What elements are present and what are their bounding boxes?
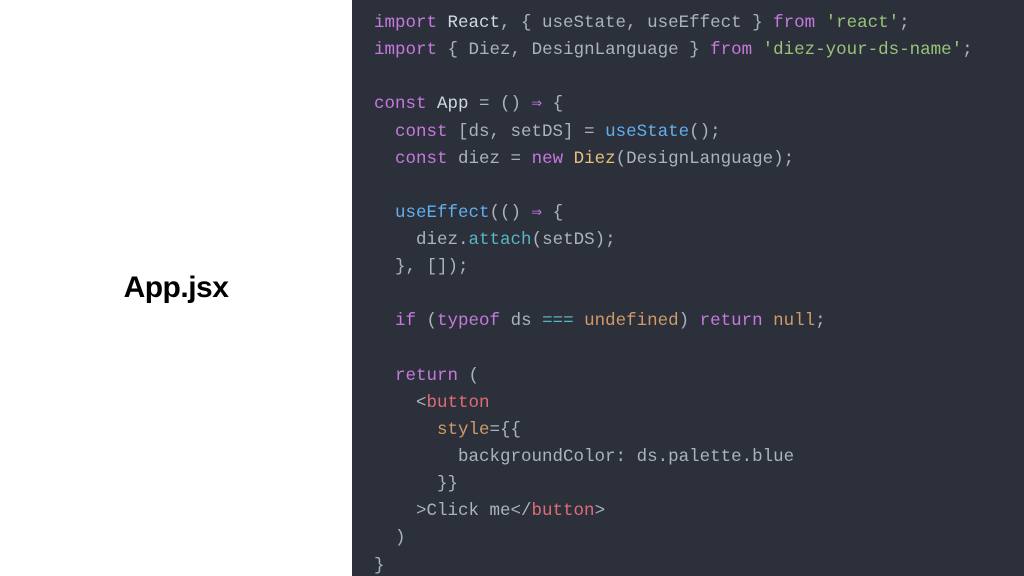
filename-label: App.jsx <box>124 271 229 305</box>
left-pane: App.jsx <box>0 0 352 576</box>
code-token: const <box>374 94 437 114</box>
code-token: . <box>742 447 753 467</box>
code-token: ( <box>532 230 543 250</box>
code-token: { <box>542 94 563 114</box>
code-token: } <box>374 556 385 576</box>
code-token: > <box>595 501 606 521</box>
code-token <box>374 203 395 223</box>
code-token: setDS <box>542 230 595 250</box>
code-token: , { <box>500 13 542 33</box>
code-token <box>374 420 437 440</box>
code-token: if <box>395 311 427 331</box>
code-token: button <box>427 393 490 413</box>
code-token: from <box>773 13 826 33</box>
code-token: , <box>511 40 532 60</box>
code-token: Click me <box>427 501 511 521</box>
code-token: diez <box>458 149 500 169</box>
code-token: }} <box>374 474 458 494</box>
code-token <box>374 67 385 87</box>
code-token: ds <box>637 447 658 467</box>
code-token <box>374 122 395 142</box>
code-token: ; <box>899 13 910 33</box>
code-token: new <box>532 149 574 169</box>
code-token: useEffect <box>647 13 742 33</box>
code-token: palette <box>668 447 742 467</box>
code-token: Diez <box>574 149 616 169</box>
code-token: ; <box>962 40 973 60</box>
code-token: (() <box>490 203 532 223</box>
code-token: ⇒ <box>532 203 543 223</box>
code-token: 'react' <box>826 13 900 33</box>
code-block: import React, { useState, useEffect } fr… <box>374 10 1002 576</box>
code-token: . <box>458 230 469 250</box>
code-token: return <box>395 366 469 386</box>
code-token: React <box>448 13 501 33</box>
code-token: ( <box>427 311 438 331</box>
code-token: } <box>742 13 774 33</box>
code-token: ); <box>595 230 616 250</box>
code-token: ds <box>511 311 543 331</box>
code-token: from <box>710 40 763 60</box>
code-token: { <box>542 203 563 223</box>
code-token: { <box>448 40 469 60</box>
code-token: , <box>626 13 647 33</box>
code-token <box>374 311 395 331</box>
code-token: . <box>658 447 669 467</box>
code-token: ={{ <box>490 420 522 440</box>
code-token <box>374 339 385 359</box>
code-token: === <box>542 311 574 331</box>
code-token <box>374 366 395 386</box>
code-token: useState <box>605 122 689 142</box>
code-token: = <box>500 149 532 169</box>
code-token: = () <box>469 94 532 114</box>
code-token <box>574 311 585 331</box>
code-token: DesignLanguage <box>532 40 679 60</box>
code-token: DesignLanguage <box>626 149 773 169</box>
code-token: < <box>374 393 427 413</box>
code-token: const <box>395 122 458 142</box>
code-token: style <box>437 420 490 440</box>
code-token: null <box>773 311 815 331</box>
code-token: (); <box>689 122 721 142</box>
code-token: button <box>532 501 595 521</box>
slide-container: App.jsx import React, { useState, useEff… <box>0 0 1024 576</box>
code-token <box>374 230 416 250</box>
code-token: ( <box>469 366 480 386</box>
code-token: import <box>374 13 448 33</box>
code-token: App <box>437 94 469 114</box>
code-token <box>374 149 395 169</box>
code-token: ); <box>773 149 794 169</box>
code-token: undefined <box>584 311 679 331</box>
code-token: import <box>374 40 448 60</box>
code-token <box>374 176 385 196</box>
code-token: ) <box>374 528 406 548</box>
code-token: } <box>679 40 711 60</box>
code-token: return <box>700 311 774 331</box>
code-token: }, []); <box>374 257 469 277</box>
code-pane: import React, { useState, useEffect } fr… <box>352 0 1024 576</box>
code-token: backgroundColor <box>458 447 616 467</box>
code-token <box>374 284 385 304</box>
code-token: diez <box>416 230 458 250</box>
code-token: attach <box>469 230 532 250</box>
code-token: ) <box>679 311 700 331</box>
code-token: useState <box>542 13 626 33</box>
code-token: : <box>616 447 637 467</box>
code-token: > <box>374 501 427 521</box>
code-token: typeof <box>437 311 511 331</box>
code-token: ; <box>815 311 826 331</box>
code-token: [ds, setDS] = <box>458 122 605 142</box>
code-token: </ <box>511 501 532 521</box>
code-token: 'diez-your-ds-name' <box>763 40 963 60</box>
code-token <box>374 447 458 467</box>
code-token: const <box>395 149 458 169</box>
code-token: blue <box>752 447 794 467</box>
code-token: useEffect <box>395 203 490 223</box>
code-token: Diez <box>469 40 511 60</box>
code-token: ( <box>616 149 627 169</box>
code-token: ⇒ <box>532 94 543 114</box>
